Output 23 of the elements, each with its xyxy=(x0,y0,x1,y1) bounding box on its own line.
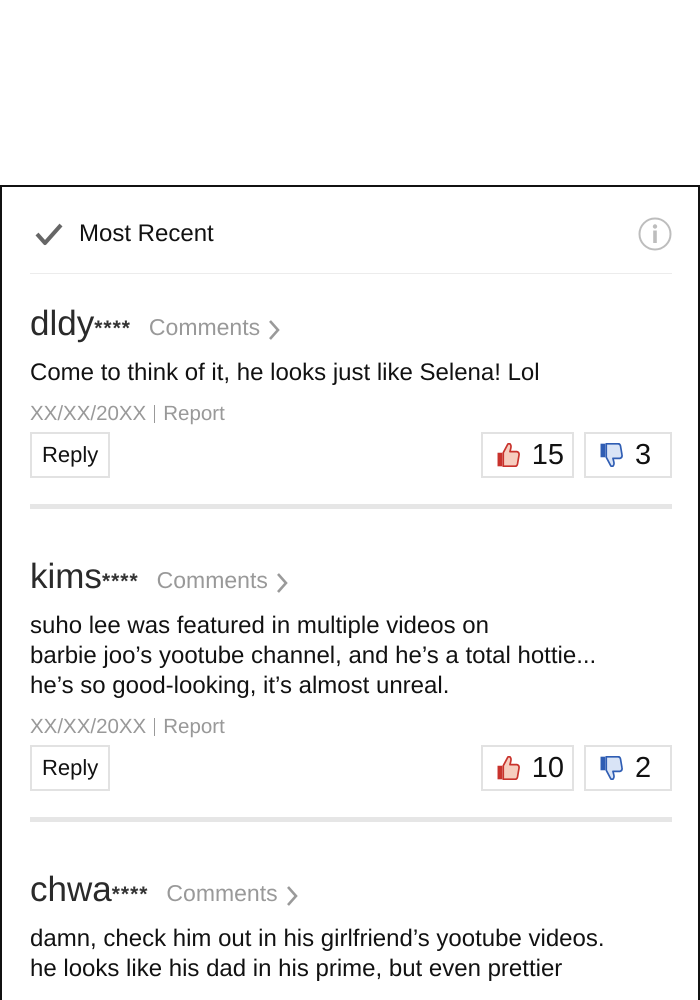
comment-date: XX/XX/20XX xyxy=(30,402,146,426)
comment-text: damn, check him out in his girlfriend’s yootube videos. he looks like his dad in his prime, but even prettier xyxy=(30,924,606,984)
thumbs-down-icon xyxy=(600,443,623,467)
username: chwa**** xyxy=(30,872,148,911)
info-icon[interactable] xyxy=(638,217,672,251)
chevron-right-icon xyxy=(276,572,288,594)
username: dldy**** xyxy=(30,306,131,345)
chevron-right-icon xyxy=(268,318,280,340)
comment-text: suho lee was featured in multiple videos on barbie joo’s yootube channel, and he’s a total hottie... he’s so good-looking, it’s almost unreal. xyxy=(30,611,598,701)
dislike-button[interactable]: 3 xyxy=(584,432,672,478)
thumbs-up-icon xyxy=(496,756,520,780)
like-button[interactable]: 10 xyxy=(480,745,574,791)
thumbs-up-icon xyxy=(496,443,520,467)
username: kims**** xyxy=(30,559,139,598)
reply-button[interactable]: Reply xyxy=(30,432,110,478)
chevron-right-icon xyxy=(286,884,298,906)
comment-text: Come to think of it, he looks just like Selena! Lol xyxy=(30,358,541,388)
dislike-button[interactable]: 2 xyxy=(584,745,672,791)
sort-option[interactable]: Most Recent xyxy=(30,220,214,248)
comment-date: XX/XX/20XX xyxy=(30,715,146,739)
thumbs-down-icon xyxy=(600,756,623,780)
reply-button[interactable]: Reply xyxy=(30,745,110,791)
like-button[interactable]: 15 xyxy=(480,432,574,478)
